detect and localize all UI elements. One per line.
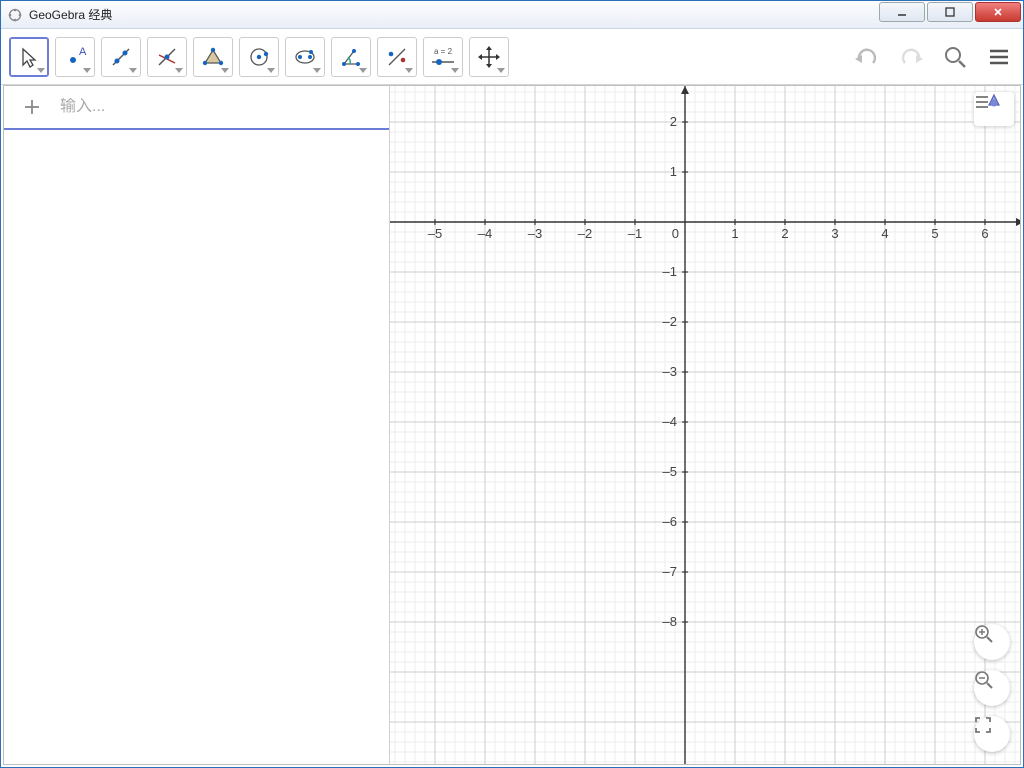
- menu-button[interactable]: [983, 41, 1015, 73]
- svg-text:2: 2: [781, 226, 788, 241]
- svg-text:3: 3: [831, 226, 838, 241]
- window-controls: [879, 1, 1023, 28]
- app-window: GeoGebra 经典 A: [0, 0, 1024, 768]
- titlebar[interactable]: GeoGebra 经典: [1, 1, 1023, 29]
- algebra-input[interactable]: [60, 98, 389, 116]
- add-button[interactable]: [4, 86, 60, 128]
- perpendicular-icon: [155, 45, 179, 69]
- redo-button[interactable]: [895, 41, 927, 73]
- slider-icon: a = 2: [427, 44, 459, 70]
- ellipse-icon: [293, 45, 317, 69]
- svg-text:0: 0: [672, 226, 679, 241]
- svg-text:–8: –8: [663, 614, 677, 629]
- body: –5 –4 –3 –2 –1 0 1 2 3 4 5 6 2 1 –1 –2 –3 –4 –5 –6 –7 –8: [3, 85, 1021, 765]
- svg-text:–1: –1: [663, 264, 677, 279]
- ellipse-tool[interactable]: [285, 37, 325, 77]
- reflect-icon: [385, 45, 409, 69]
- toolbar: A a = 2: [1, 29, 1023, 85]
- svg-text:–3: –3: [528, 226, 542, 241]
- zoom-out-icon: [974, 670, 994, 690]
- zoom-in-button[interactable]: [974, 624, 1010, 660]
- graphics-view[interactable]: –5 –4 –3 –2 –1 0 1 2 3 4 5 6 2 1 –1 –2 –3 –4 –5 –6 –7 –8: [390, 86, 1020, 764]
- svg-text:1: 1: [670, 164, 677, 179]
- toolbar-right-group: [851, 41, 1015, 73]
- move-arrows-icon: [477, 45, 501, 69]
- reflect-tool[interactable]: [377, 37, 417, 77]
- svg-text:2: 2: [670, 114, 677, 129]
- polygon-tool[interactable]: [193, 37, 233, 77]
- view-settings-icon: [974, 92, 1000, 112]
- perpendicular-tool[interactable]: [147, 37, 187, 77]
- close-button[interactable]: [975, 2, 1021, 22]
- polygon-icon: [201, 45, 225, 69]
- svg-text:–4: –4: [478, 226, 492, 241]
- move-tool[interactable]: [9, 37, 49, 77]
- algebra-panel: [4, 86, 390, 764]
- zoom-in-icon: [974, 624, 994, 644]
- angle-tool[interactable]: [331, 37, 371, 77]
- slider-tool[interactable]: a = 2: [423, 37, 463, 77]
- hamburger-icon: [987, 45, 1011, 69]
- point-icon: A: [63, 45, 87, 69]
- svg-text:a = 2: a = 2: [434, 47, 453, 56]
- svg-text:1: 1: [731, 226, 738, 241]
- point-tool[interactable]: A: [55, 37, 95, 77]
- search-button[interactable]: [939, 41, 971, 73]
- svg-text:–4: –4: [663, 414, 677, 429]
- graphics-settings-button[interactable]: [974, 92, 1014, 126]
- coordinate-grid: –5 –4 –3 –2 –1 0 1 2 3 4 5 6 2 1 –1 –2 –3 –4 –5 –6 –7 –8: [390, 86, 1020, 764]
- maximize-button[interactable]: [927, 2, 973, 22]
- svg-text:–2: –2: [663, 314, 677, 329]
- svg-text:–2: –2: [578, 226, 592, 241]
- move-view-tool[interactable]: [469, 37, 509, 77]
- svg-text:–7: –7: [663, 564, 677, 579]
- svg-text:–1: –1: [628, 226, 642, 241]
- plus-icon: [23, 98, 41, 116]
- svg-text:–5: –5: [428, 226, 442, 241]
- svg-text:5: 5: [931, 226, 938, 241]
- svg-text:–5: –5: [663, 464, 677, 479]
- circle-tool[interactable]: [239, 37, 279, 77]
- redo-icon: [897, 45, 925, 69]
- fullscreen-button[interactable]: [974, 716, 1010, 752]
- app-icon: [7, 7, 23, 23]
- algebra-input-row: [4, 86, 389, 130]
- cursor-icon: [17, 45, 41, 69]
- window-title: GeoGebra 经典: [29, 6, 112, 23]
- line-icon: [109, 45, 133, 69]
- zoom-out-button[interactable]: [974, 670, 1010, 706]
- svg-text:4: 4: [881, 226, 888, 241]
- fullscreen-icon: [974, 716, 992, 734]
- undo-icon: [853, 45, 881, 69]
- svg-text:A: A: [79, 46, 87, 58]
- svg-text:–3: –3: [663, 364, 677, 379]
- svg-text:6: 6: [981, 226, 988, 241]
- circle-icon: [247, 45, 271, 69]
- line-tool[interactable]: [101, 37, 141, 77]
- undo-button[interactable]: [851, 41, 883, 73]
- minimize-button[interactable]: [879, 2, 925, 22]
- svg-text:–6: –6: [663, 514, 677, 529]
- search-icon: [942, 44, 968, 70]
- angle-icon: [339, 45, 363, 69]
